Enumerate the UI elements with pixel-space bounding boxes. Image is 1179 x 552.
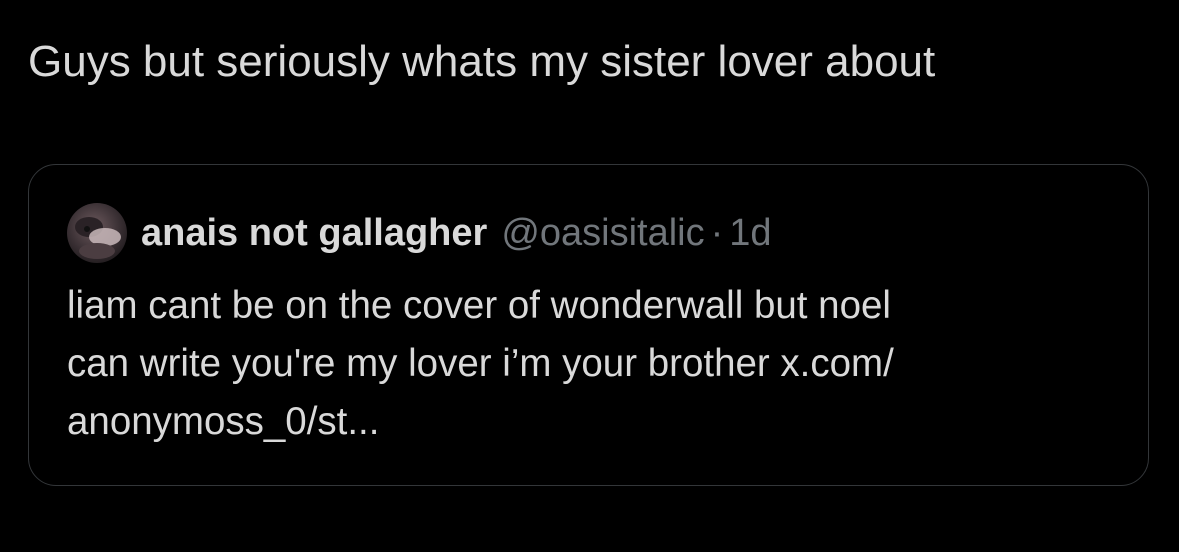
quoted-post-body-line: can write you're my lover i’m your broth… [67,342,894,385]
author-name[interactable]: anais not gallagher [141,212,487,255]
quoted-post-card[interactable]: anais not gallagher @oasisitalic · 1d li… [28,164,1149,486]
avatar-image [67,203,127,263]
quoted-post-header: anais not gallagher @oasisitalic · 1d [67,203,772,263]
author-handle[interactable]: @oasisitalic [501,212,704,255]
post-text: Guys but seriously whats my sister lover… [28,37,936,86]
quoted-post-body: liam cant be on the cover of wonderwall … [67,277,1107,451]
avatar[interactable] [67,203,127,263]
quoted-post-body-line: anonymoss_0/st... [67,400,380,443]
quoted-post-body-line: liam cant be on the cover of wonderwall … [67,284,891,327]
timestamp[interactable]: 1d [729,212,771,255]
separator-dot: · [710,211,724,254]
